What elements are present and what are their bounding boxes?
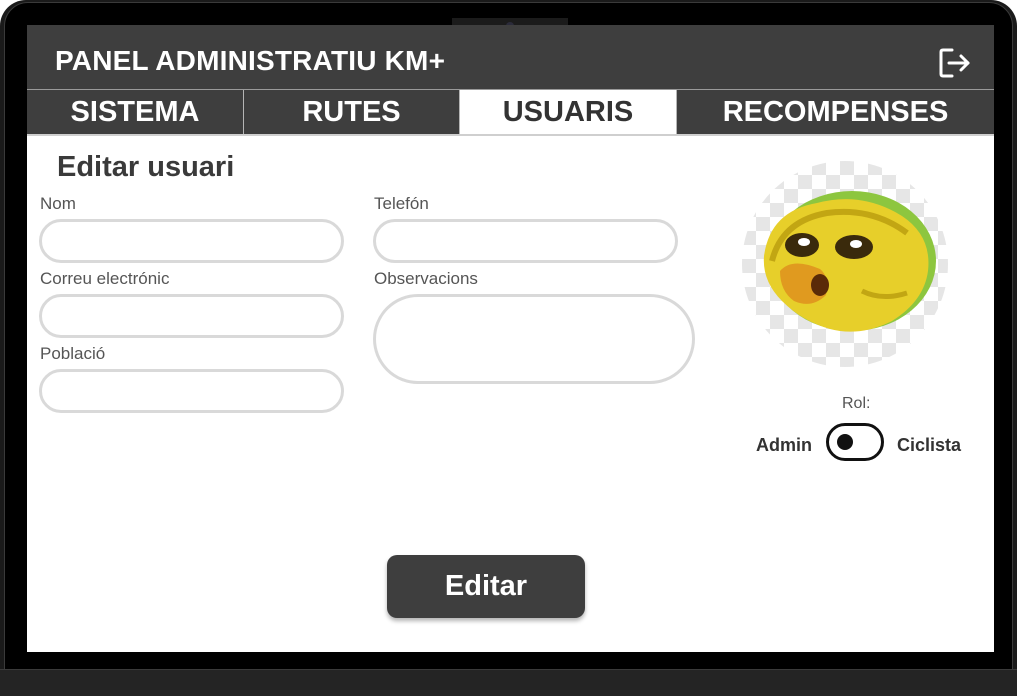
- device-base: [0, 669, 1017, 696]
- header-bar: PANEL ADMINISTRATIU KM+: [27, 25, 994, 90]
- nom-input[interactable]: [42, 222, 341, 260]
- observacions-label: Observacions: [374, 269, 478, 288]
- observacions-textarea[interactable]: [376, 297, 692, 381]
- user-avatar[interactable]: [742, 161, 948, 367]
- telefon-input[interactable]: [376, 222, 675, 260]
- avatar-image: [763, 191, 936, 332]
- edit-submit-button[interactable]: Editar: [387, 555, 585, 618]
- poblacio-input[interactable]: [42, 372, 341, 410]
- role-toggle[interactable]: [826, 423, 884, 461]
- app-title: PANEL ADMINISTRATIU KM+: [55, 45, 446, 76]
- main-tabs: SISTEMA RUTES USUARIS RECOMPENSES: [27, 89, 994, 136]
- telefon-label: Telefón: [374, 194, 429, 213]
- tab-rutes[interactable]: RUTES: [244, 90, 460, 134]
- logout-icon-svg: [939, 48, 970, 78]
- telefon-field: [373, 219, 678, 263]
- correu-input[interactable]: [42, 297, 341, 335]
- nom-field: [39, 219, 344, 263]
- tab-sistema[interactable]: SISTEMA: [27, 90, 244, 134]
- correu-field: [39, 294, 344, 338]
- tab-usuaris[interactable]: USUARIS: [460, 90, 677, 134]
- poblacio-field: [39, 369, 344, 413]
- device-frame: PANEL ADMINISTRATIU KM+ SISTEMA RUTES US…: [0, 0, 1017, 696]
- observacions-field: [373, 294, 695, 384]
- poblacio-label: Població: [40, 344, 106, 363]
- correu-label: Correu electrónic: [40, 269, 170, 288]
- role-label: Rol:: [842, 395, 871, 412]
- role-toggle-knob: [837, 434, 853, 450]
- app-screen: PANEL ADMINISTRATIU KM+ SISTEMA RUTES US…: [27, 25, 994, 652]
- tab-recompenses[interactable]: RECOMPENSES: [677, 90, 994, 134]
- role-option-ciclista: Ciclista: [897, 435, 962, 455]
- role-option-admin: Admin: [756, 435, 812, 455]
- logout-icon[interactable]: [938, 46, 972, 80]
- nom-label: Nom: [40, 194, 76, 213]
- form-title: Editar usuari: [57, 151, 235, 183]
